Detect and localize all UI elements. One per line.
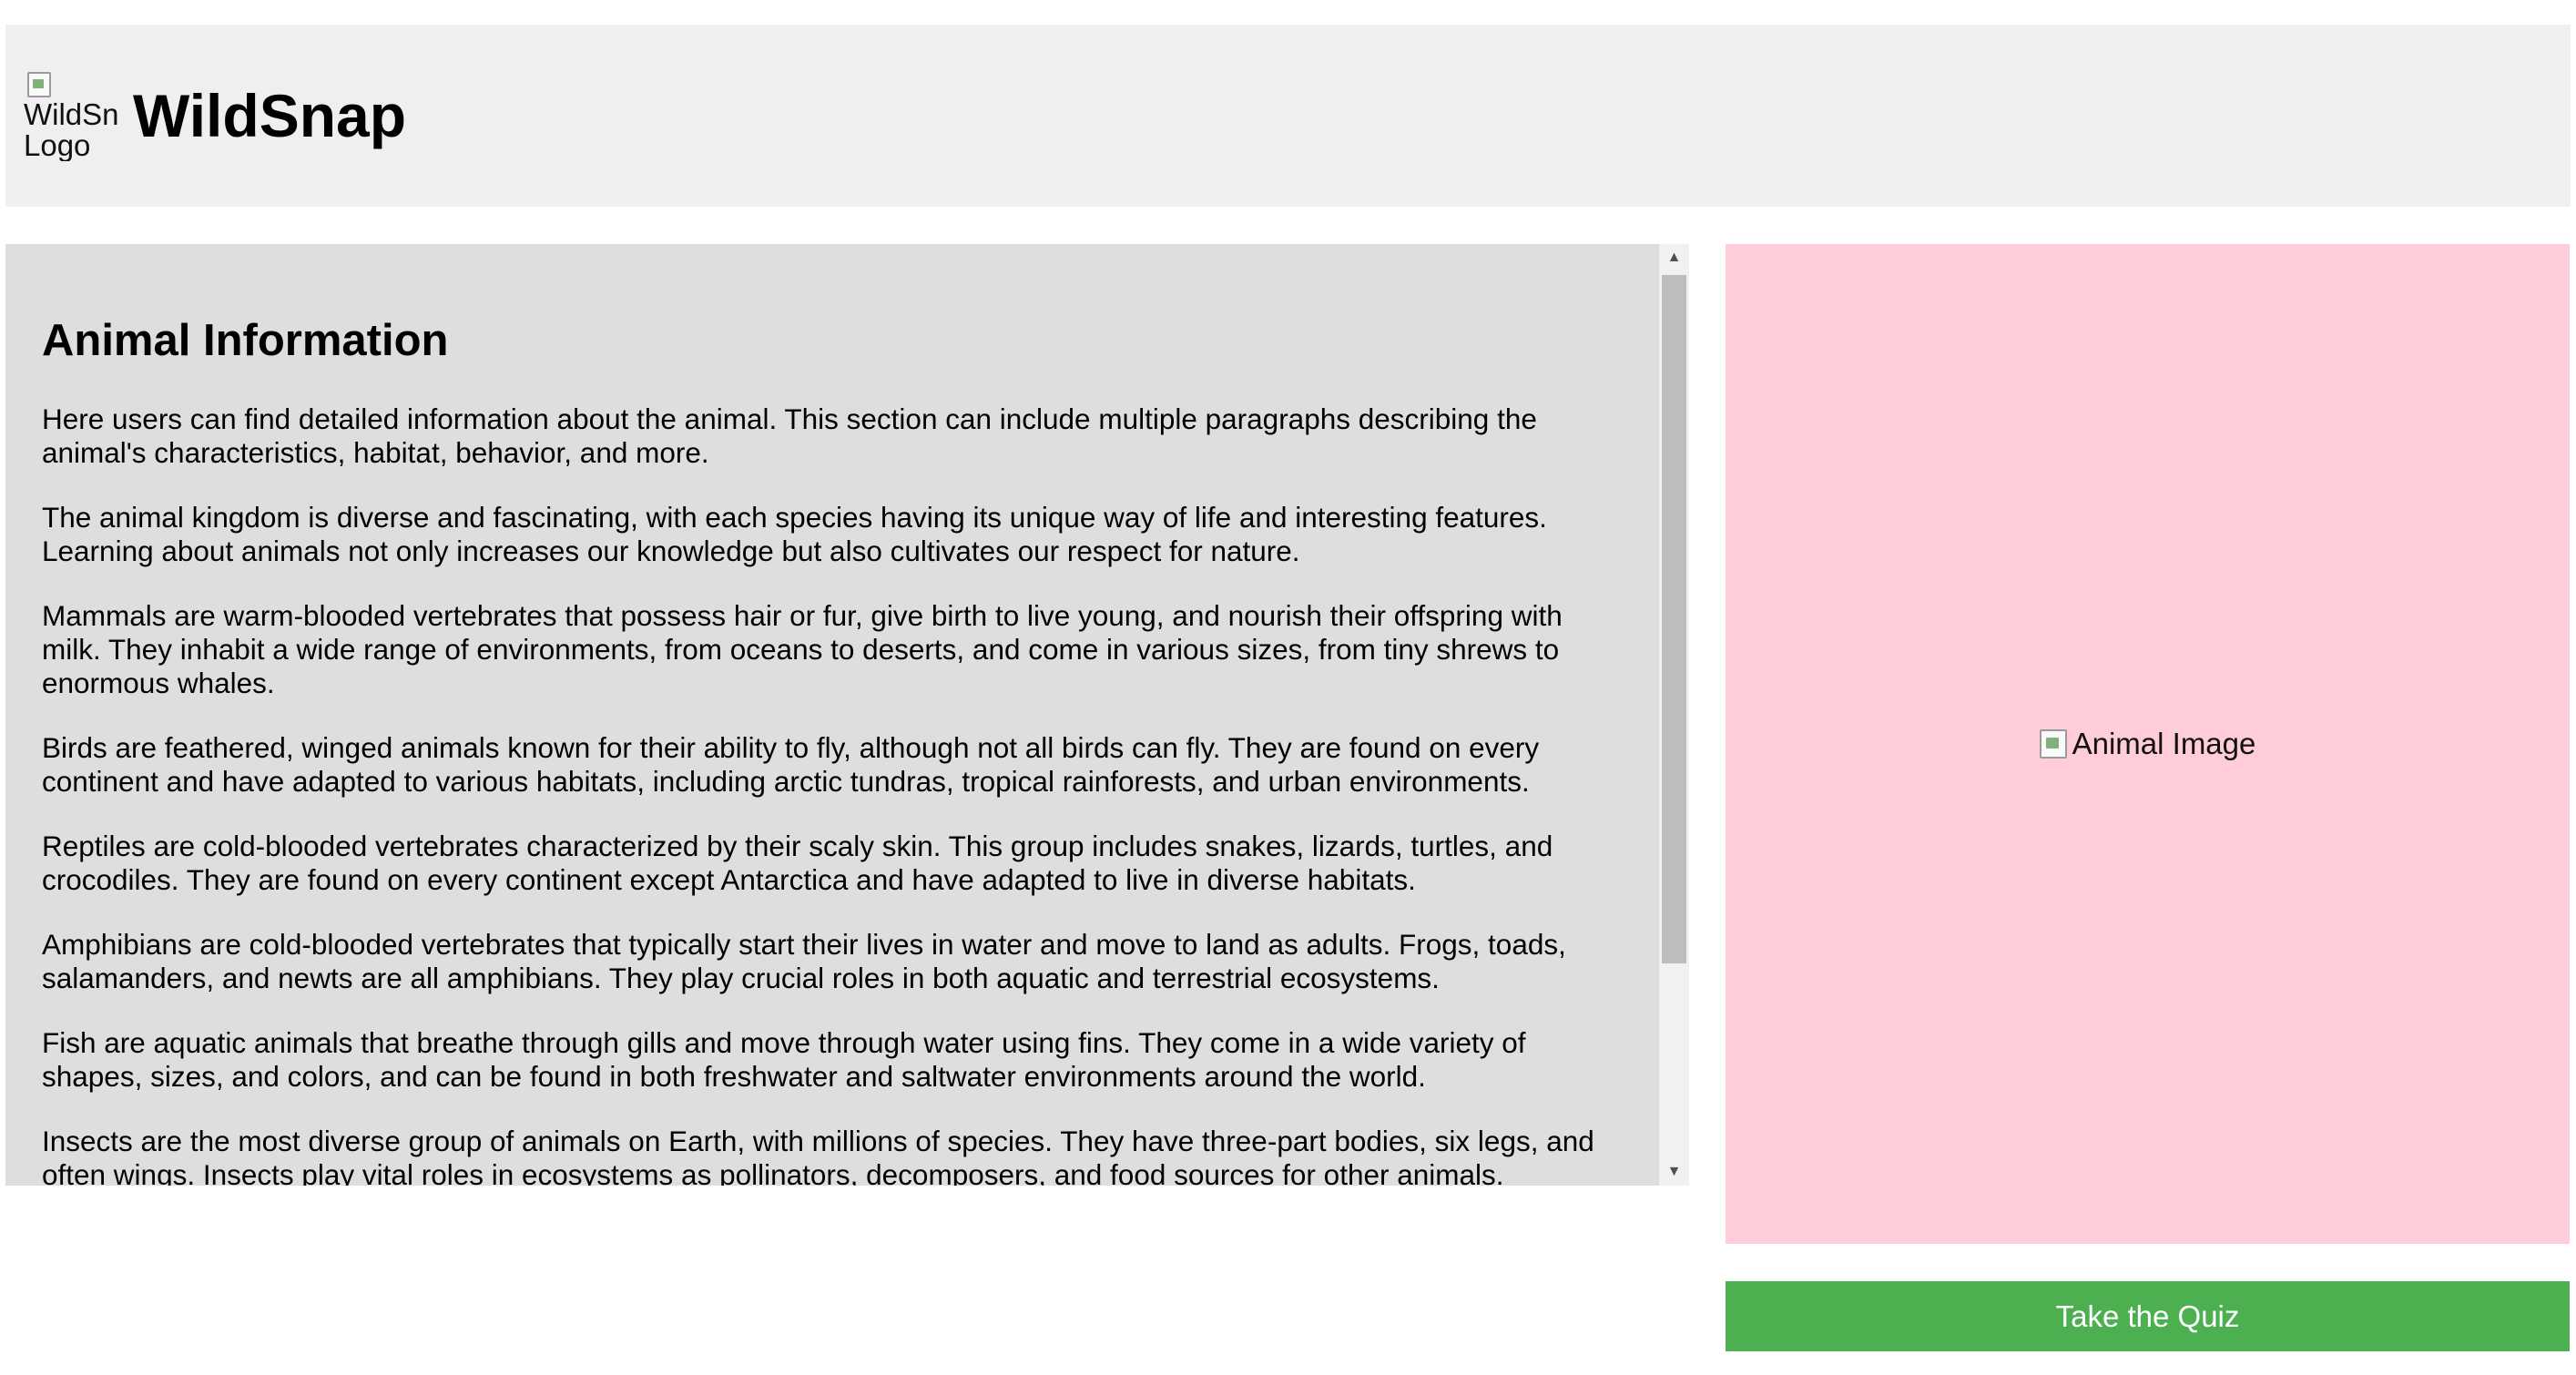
info-paragraph: Reptiles are cold-blooded vertebrates ch… bbox=[42, 830, 1553, 896]
animal-image-alt-text: Animal Image bbox=[2072, 727, 2256, 760]
animal-info-panel[interactable]: Animal Information Here users can find d… bbox=[5, 244, 1689, 1186]
animal-info-content: Animal Information Here users can find d… bbox=[42, 244, 1608, 1186]
scrollbar-thumb[interactable] bbox=[1662, 275, 1686, 963]
scroll-up-arrow-icon[interactable]: ▲ bbox=[1659, 244, 1689, 271]
info-paragraph: Here users can find detailed information… bbox=[42, 402, 1537, 469]
site-header: WildSnap Logo WildSnap bbox=[5, 25, 2571, 207]
info-paragraph: Mammals are warm-blooded vertebrates tha… bbox=[42, 599, 1563, 699]
section-heading: Animal Information bbox=[42, 316, 449, 365]
scroll-down-arrow-icon[interactable]: ▼ bbox=[1659, 1158, 1689, 1186]
animal-image-panel: Animal Image bbox=[1726, 244, 2570, 1244]
info-paragraph: Insects are the most diverse group of an… bbox=[42, 1125, 1594, 1186]
info-paragraph: The animal kingdom is diverse and fascin… bbox=[42, 501, 1547, 567]
info-paragraph: Birds are feathered, winged animals know… bbox=[42, 731, 1540, 798]
broken-image-icon bbox=[27, 72, 51, 97]
take-quiz-button[interactable]: Take the Quiz bbox=[1726, 1281, 2570, 1351]
site-title: WildSnap bbox=[133, 82, 407, 149]
broken-image-icon bbox=[2039, 729, 2067, 759]
logo: WildSnap Logo bbox=[24, 70, 118, 161]
page: WildSnap Logo WildSnap Animal Informatio… bbox=[0, 0, 2576, 1375]
animal-image: Animal Image bbox=[2039, 727, 2256, 761]
info-paragraph: Fish are aquatic animals that breathe th… bbox=[42, 1026, 1526, 1093]
vertical-scrollbar[interactable]: ▲ ▼ bbox=[1659, 244, 1689, 1186]
info-paragraph: Amphibians are cold-blooded vertebrates … bbox=[42, 928, 1566, 994]
logo-alt-text: WildSnap Logo bbox=[24, 97, 118, 161]
